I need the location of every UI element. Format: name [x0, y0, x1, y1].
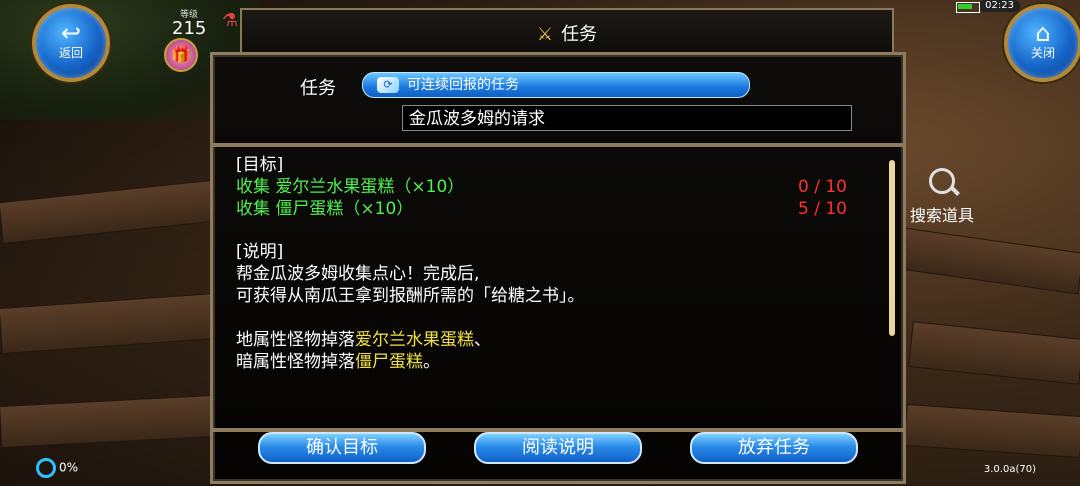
- task-type-selector[interactable]: ⟳ 可连续回报的任务: [362, 72, 750, 98]
- task-type-label: 可连续回报的任务: [407, 77, 519, 93]
- progress-percent: 0%: [59, 460, 79, 475]
- dialog-title: 任务: [561, 24, 598, 45]
- drop-line-2-item: 僵尸蛋糕: [355, 352, 423, 372]
- gift-icon[interactable]: 🎁: [164, 38, 198, 72]
- progress-ring-icon: [36, 458, 56, 478]
- clock: 02:23: [979, 0, 1020, 12]
- objective-1: 收集 爱尔兰水果蛋糕（×10）: [236, 177, 465, 197]
- close-button[interactable]: ⌂ 关闭: [1004, 4, 1080, 82]
- objective-1-progress: 0 / 10: [798, 177, 847, 197]
- search-icon: [929, 168, 955, 194]
- progress-indicator: 0%: [36, 458, 78, 478]
- level-value: 215: [172, 18, 207, 39]
- search-item-button[interactable]: 搜索道具: [902, 168, 982, 226]
- search-label: 搜索道具: [909, 206, 974, 225]
- home-icon: ⌂: [1035, 19, 1051, 47]
- close-label: 关闭: [1030, 46, 1055, 60]
- description-header: [说明]: [236, 242, 284, 262]
- drop-line-2-prefix: 暗属性怪物掉落: [236, 352, 355, 372]
- version-label: 3.0.0a(70): [983, 464, 1036, 475]
- objective-2: 收集 僵尸蛋糕（×10）: [236, 199, 414, 219]
- abandon-quest-button[interactable]: 放弃任务: [690, 432, 858, 464]
- description-line-1: 帮金瓜波多姆收集点心！完成后,: [236, 264, 480, 284]
- repeat-icon: ⟳: [377, 77, 399, 93]
- drop-line-1-item: 爱尔兰水果蛋糕: [355, 330, 474, 350]
- task-field-label: 任务: [300, 78, 336, 99]
- drop-line-2-suffix: 。: [423, 352, 440, 372]
- potion-icon[interactable]: ⚗: [222, 10, 240, 34]
- drop-line-2: 暗属性怪物掉落僵尸蛋糕。: [236, 352, 440, 372]
- objective-header: [目标]: [236, 155, 284, 175]
- scrollbar[interactable]: [889, 160, 895, 336]
- divider: [213, 143, 903, 147]
- drop-line-1-suffix: 、: [474, 330, 491, 350]
- confirm-objective-button[interactable]: 确认目标: [258, 432, 426, 464]
- objective-2-progress: 5 / 10: [798, 199, 847, 219]
- back-label: 返回: [58, 46, 83, 60]
- return-icon: ↩: [60, 19, 82, 47]
- crossed-swords-icon: ⚔: [536, 24, 554, 45]
- drop-line-1-prefix: 地属性怪物掉落: [236, 330, 355, 350]
- back-button[interactable]: ↩ 返回: [32, 4, 110, 82]
- battery-icon: [956, 2, 980, 13]
- dialog-title-bar: ⚔ 任务: [240, 8, 894, 56]
- read-description-button[interactable]: 阅读说明: [474, 432, 642, 464]
- task-name-field: 金瓜波多姆的请求: [402, 105, 852, 131]
- drop-line-1: 地属性怪物掉落爱尔兰水果蛋糕、: [236, 330, 491, 350]
- description-line-2: 可获得从南瓜王拿到报酬所需的「给糖之书」。: [236, 286, 585, 306]
